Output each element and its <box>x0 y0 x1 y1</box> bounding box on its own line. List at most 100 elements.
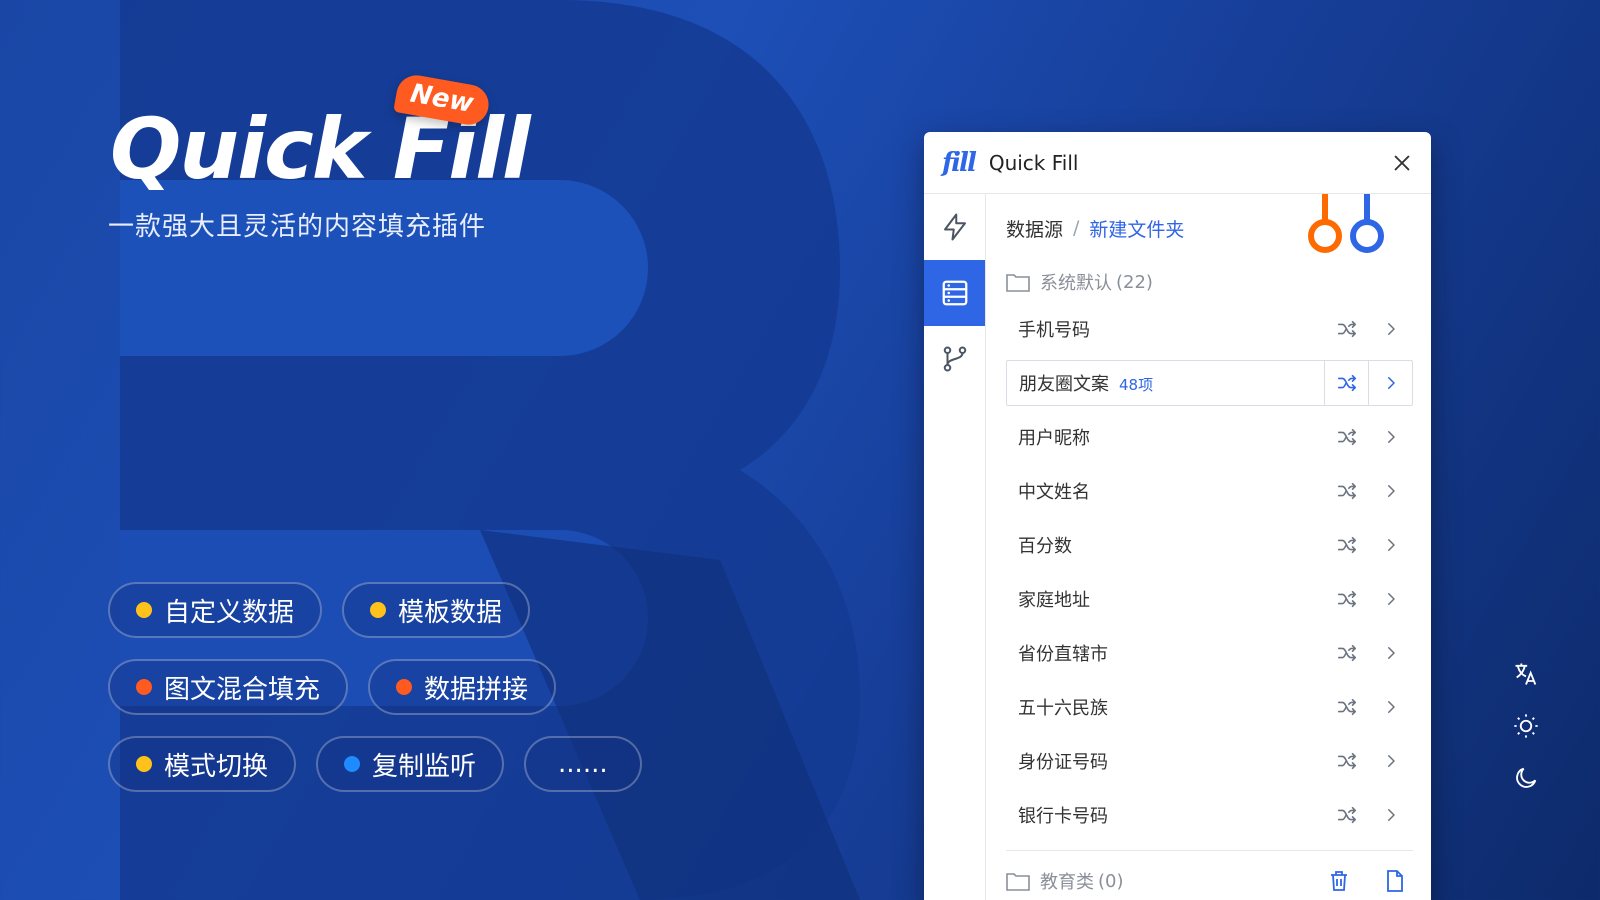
list-item[interactable]: 省份直辖市 <box>1006 626 1413 680</box>
feature-tags-row-3: 模式切换 复制监听 ...... <box>108 736 642 792</box>
feature-tag[interactable]: 模板数据 <box>342 582 531 638</box>
file-icon[interactable] <box>1383 869 1407 893</box>
shuffle-button[interactable] <box>1324 361 1368 405</box>
list-item-label: 银行卡号码 <box>1018 802 1325 828</box>
shuffle-icon <box>1337 536 1357 554</box>
floating-toolbar <box>1512 660 1540 792</box>
shuffle-button[interactable] <box>1325 410 1369 464</box>
feature-tag[interactable]: 自定义数据 <box>108 582 323 638</box>
shuffle-button[interactable] <box>1325 734 1369 788</box>
shuffle-button[interactable] <box>1325 464 1369 518</box>
open-item-button[interactable] <box>1369 734 1413 788</box>
item-count-badge: 48项 <box>1119 376 1154 394</box>
list-item[interactable]: 朋友圈文案 48项 <box>1006 360 1413 406</box>
feature-tag[interactable]: 复制监听 <box>316 736 505 792</box>
chevron-right-icon <box>1388 701 1395 713</box>
shuffle-button[interactable] <box>1325 788 1369 842</box>
sun-icon[interactable] <box>1512 712 1540 740</box>
list-item[interactable]: 中文姓名 <box>1006 464 1413 518</box>
breadcrumb-current[interactable]: 新建文件夹 <box>1089 215 1184 242</box>
open-item-button[interactable] <box>1369 572 1413 626</box>
open-item-button[interactable] <box>1369 626 1413 680</box>
group-header[interactable]: 系统默认 (22) <box>1006 262 1413 302</box>
sidebar-item-branch[interactable] <box>924 326 985 392</box>
divider <box>1006 850 1413 851</box>
tag-label: 自定义数据 <box>164 597 295 628</box>
folder-icon <box>1006 274 1030 292</box>
panel-title: Quick Fill <box>988 150 1079 175</box>
shuffle-icon <box>1337 806 1357 824</box>
list-item[interactable]: 五十六民族 <box>1006 680 1413 734</box>
sidebar <box>924 194 986 900</box>
item-label-text: 银行卡号码 <box>1018 806 1108 827</box>
list-item[interactable]: 银行卡号码 <box>1006 788 1413 842</box>
more-tag[interactable]: ...... <box>524 736 642 792</box>
panel-header: fill Quick Fill <box>924 132 1431 194</box>
list-item[interactable]: 百分数 <box>1006 518 1413 572</box>
list-item-label: 手机号码 <box>1018 316 1325 342</box>
feature-tag[interactable]: 图文混合填充 <box>108 659 349 715</box>
item-label-text: 中文姓名 <box>1018 482 1090 503</box>
chevron-right-icon <box>1388 485 1395 497</box>
tag-dot <box>136 679 152 695</box>
open-item-button[interactable] <box>1369 410 1413 464</box>
group-header[interactable]: 教育类 (0) <box>1006 861 1413 900</box>
open-item-button[interactable] <box>1369 302 1413 356</box>
hero-subtitle: 一款强大且灵活的内容填充插件 <box>108 212 487 242</box>
quick-fill-panel: fill Quick Fill 数据源 / 新建文件夹 系统默认 (22) 手机… <box>924 132 1431 900</box>
item-label-text: 省份直辖市 <box>1018 644 1108 665</box>
chevron-right-icon <box>1387 377 1395 389</box>
group-count: (0) <box>1098 870 1124 892</box>
breadcrumb-root[interactable]: 数据源 <box>1006 215 1063 242</box>
chevron-right-icon <box>1388 323 1395 335</box>
item-label-text: 朋友圈文案 <box>1019 374 1109 395</box>
item-list: 手机号码朋友圈文案 48项用户昵称中文姓名百分数家庭地址省份直辖市五十六民族身份证… <box>1006 302 1413 842</box>
list-item-label: 身份证号码 <box>1018 748 1325 774</box>
list-item-label: 百分数 <box>1018 532 1325 558</box>
shuffle-button[interactable] <box>1325 302 1369 356</box>
shuffle-button[interactable] <box>1325 680 1369 734</box>
list-item[interactable]: 身份证号码 <box>1006 734 1413 788</box>
shuffle-button[interactable] <box>1325 518 1369 572</box>
feature-tags-row-2: 图文混合填充 数据拼接 <box>108 659 557 715</box>
feature-tag[interactable]: 模式切换 <box>108 736 297 792</box>
open-item-button[interactable] <box>1368 361 1412 405</box>
feature-tag[interactable]: 数据拼接 <box>368 659 557 715</box>
tag-label: 复制监听 <box>372 751 477 782</box>
chevron-right-icon <box>1388 809 1395 821</box>
close-icon[interactable] <box>1391 152 1413 174</box>
open-item-button[interactable] <box>1369 788 1413 842</box>
trash-icon[interactable] <box>1327 869 1351 893</box>
chevron-right-icon <box>1388 539 1395 551</box>
moon-icon[interactable] <box>1512 764 1540 792</box>
database-icon <box>942 280 967 306</box>
list-item[interactable]: 家庭地址 <box>1006 572 1413 626</box>
shuffle-button[interactable] <box>1325 626 1369 680</box>
group-name: 系统默认 <box>1040 273 1112 294</box>
shuffle-icon <box>1337 482 1357 500</box>
translate-icon[interactable] <box>1512 660 1540 688</box>
group-count: (22) <box>1116 271 1153 293</box>
chevron-right-icon <box>1388 431 1395 443</box>
feature-tags-row-1: 自定义数据 模板数据 <box>108 582 531 638</box>
sidebar-item-datasource[interactable] <box>924 260 985 326</box>
shuffle-icon <box>1337 590 1357 608</box>
list-item-label: 五十六民族 <box>1018 694 1325 720</box>
shuffle-button[interactable] <box>1325 572 1369 626</box>
open-item-button[interactable] <box>1369 518 1413 572</box>
open-item-button[interactable] <box>1369 464 1413 518</box>
list-item[interactable]: 用户昵称 <box>1006 410 1413 464</box>
item-label-text: 家庭地址 <box>1018 590 1090 611</box>
open-item-button[interactable] <box>1369 680 1413 734</box>
item-label-text: 五十六民族 <box>1018 698 1108 719</box>
sidebar-item-quick[interactable] <box>924 194 985 260</box>
list-item-label: 家庭地址 <box>1018 586 1325 612</box>
tag-label: 模板数据 <box>398 597 503 628</box>
tag-label: ...... <box>558 749 608 779</box>
branch-icon <box>943 346 966 372</box>
tag-dot <box>136 756 152 772</box>
list-item-label: 中文姓名 <box>1018 478 1325 504</box>
tag-dot <box>396 679 413 695</box>
list-item[interactable]: 手机号码 <box>1006 302 1413 356</box>
list-item-label: 朋友圈文案 48项 <box>1019 370 1324 396</box>
